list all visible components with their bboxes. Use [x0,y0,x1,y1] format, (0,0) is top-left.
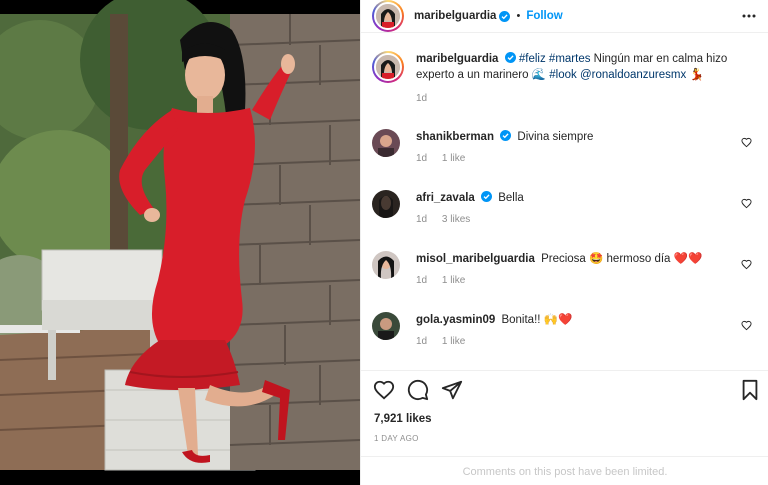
heart-icon[interactable] [741,137,752,148]
comment-item: gola.yasmin09 Bonita!! 🙌❤️ 1d 1 like [372,312,758,350]
caption-username[interactable]: maribelguardia [416,53,498,65]
comment-likes[interactable]: 1 like [442,275,465,286]
wave-emoji: 🌊 [531,69,547,81]
comment-text: Bella [498,192,524,204]
more-options-icon[interactable] [741,9,757,23]
post-age[interactable]: 1 DAY AGO [374,434,419,443]
comment-likes[interactable]: 1 like [442,153,465,164]
commenter-avatar[interactable] [372,312,400,340]
verified-badge-icon [504,52,516,63]
comments-list[interactable]: maribelguardia #feliz #martes Ningún mar… [361,41,768,370]
comment-text: Bonita!! 🙌❤️ [501,314,573,326]
hashtag-link[interactable]: #martes [549,53,591,65]
caption-author-avatar[interactable] [372,51,404,83]
hashtag-link[interactable]: #feliz [519,53,546,65]
verified-badge-icon [499,10,511,22]
comment-likes[interactable]: 3 likes [442,214,470,225]
heart-icon[interactable] [741,320,752,331]
verified-badge-icon [481,191,493,202]
comment-time[interactable]: 1d [416,153,427,164]
comment-likes[interactable]: 1 like [442,336,465,347]
heart-icon[interactable] [373,379,395,401]
header-separator: • [516,10,521,22]
post-header: maribelguardia • Follow [361,0,768,33]
comment-username[interactable]: shanikberman [416,131,494,143]
comment-time[interactable]: 1d [416,275,427,286]
verified-badge-icon [500,130,512,141]
comments-limited-notice: Comments on this post have been limited. [361,456,768,485]
comment-icon[interactable] [407,379,429,401]
bookmark-icon[interactable] [739,379,761,401]
comment-body: gola.yasmin09 Bonita!! 🙌❤️ 1d 1 like [416,312,736,350]
post-sidebar: maribelguardia • Follow maribelguardia #… [360,0,768,485]
comment-item: afri_zavala Bella 1d 3 likes [372,190,758,228]
comment-time[interactable]: 1d [416,214,427,225]
commenter-avatar[interactable] [372,190,400,218]
caption-text-block: maribelguardia #feliz #martes Ningún mar… [416,51,736,83]
comment-body: shanikberman Divina siempre 1d 1 like [416,129,736,167]
comment-body: misol_maribelguardia Preciosa 🤩 hermoso … [416,251,736,289]
comment-item: shanikberman Divina siempre 1d 1 like [372,129,758,167]
post-caption: maribelguardia #feliz #martes Ningún mar… [372,51,758,107]
comment-text: Preciosa 🤩 hermoso día ❤️❤️ [541,253,703,265]
comment-username[interactable]: afri_zavala [416,192,475,204]
heart-icon[interactable] [741,198,752,209]
caption-time[interactable]: 1d [416,93,427,104]
share-icon[interactable] [441,379,463,401]
comment-text: Divina siempre [517,131,594,143]
author-username[interactable]: maribelguardia [414,10,496,22]
author-avatar[interactable] [372,0,404,32]
commenter-avatar[interactable] [372,251,400,279]
comment-username[interactable]: gola.yasmin09 [416,314,495,326]
caption-body: maribelguardia #feliz #martes Ningún mar… [416,51,736,107]
instagram-post-view: maribelguardia • Follow maribelguardia #… [0,0,768,485]
dancer-emoji: 💃 [689,69,704,81]
post-photo[interactable] [0,0,360,485]
comment-time[interactable]: 1d [416,336,427,347]
comment-item: misol_maribelguardia Preciosa 🤩 hermoso … [372,251,758,289]
action-bar: 7,921 likes 1 DAY AGO Comments on this p… [361,370,768,485]
follow-button[interactable]: Follow [526,10,562,22]
mention-link[interactable]: @ronaldoanzuresmx [580,69,686,81]
comment-body: afri_zavala Bella 1d 3 likes [416,190,736,228]
commenter-avatar[interactable] [372,129,400,157]
heart-icon[interactable] [741,259,752,270]
comment-username[interactable]: misol_maribelguardia [416,253,535,265]
post-photo-illustration [0,0,360,485]
hashtag-link[interactable]: #look [549,69,577,81]
likes-count[interactable]: 7,921 likes [374,413,432,425]
